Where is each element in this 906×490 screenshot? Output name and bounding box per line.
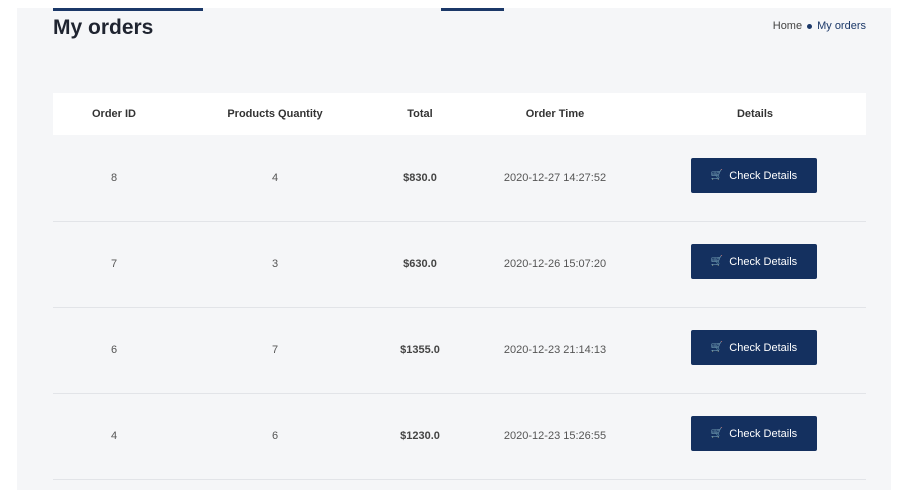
order-time-cell: 2020-12-27 14:27:52 [503,172,607,184]
order-id-cell: 4 [110,430,118,442]
quantity-cell: 4 [271,172,279,184]
table-row: 7 3 $630.0 2020-12-26 15:07:20 🛒 Check D… [53,221,866,308]
breadcrumb-home-link[interactable]: Home [773,20,802,32]
table-row: 6 7 $1355.0 2020-12-23 21:14:13 🛒 Check … [53,307,866,394]
breadcrumb-current: My orders [817,20,866,32]
order-id-cell: 7 [110,258,118,270]
column-header-details: Details [736,108,774,120]
quantity-cell: 3 [271,258,279,270]
check-details-label: Check Details [729,341,798,354]
check-details-label: Check Details [729,169,798,182]
quantity-cell: 7 [271,344,279,356]
check-details-button[interactable]: 🛒 Check Details [691,330,817,365]
order-time-cell: 2020-12-23 15:26:55 [503,430,607,442]
column-header-order-id: Order ID [91,108,136,120]
order-id-cell: 8 [110,172,118,184]
order-id-cell: 6 [110,344,118,356]
breadcrumb-separator-dot [807,23,813,29]
cart-icon: 🛒 [710,170,724,181]
column-header-products-quantity: Products Quantity [227,108,323,120]
cart-icon: 🛒 [710,256,724,267]
tab-indicator [53,8,203,11]
breadcrumb: Home My orders [773,20,866,32]
total-cell: $1355.0 [400,344,440,356]
table-header: Order ID Products Quantity Total Order T… [53,93,866,135]
total-cell: $1230.0 [400,430,440,442]
check-details-button[interactable]: 🛒 Check Details [691,416,817,451]
cart-icon: 🛒 [710,342,724,353]
page-title: My orders [53,16,154,39]
check-details-label: Check Details [729,255,798,268]
cart-icon: 🛒 [710,428,724,439]
total-cell: $630.0 [403,258,437,270]
tab-indicator [441,8,504,11]
total-cell: $830.0 [403,172,437,184]
order-time-cell: 2020-12-23 21:14:13 [503,344,607,356]
table-row: 4 6 $1230.0 2020-12-23 15:26:55 🛒 Check … [53,393,866,480]
column-header-total: Total [407,108,433,120]
quantity-cell: 6 [271,430,279,442]
check-details-button[interactable]: 🛒 Check Details [691,244,817,279]
table-row: 8 4 $830.0 2020-12-27 14:27:52 🛒 Check D… [53,135,866,222]
column-header-order-time: Order Time [525,108,585,120]
orders-panel: My orders Home My orders Order ID Produc… [17,8,891,490]
check-details-label: Check Details [729,427,798,440]
order-time-cell: 2020-12-26 15:07:20 [503,258,607,270]
check-details-button[interactable]: 🛒 Check Details [691,158,817,193]
